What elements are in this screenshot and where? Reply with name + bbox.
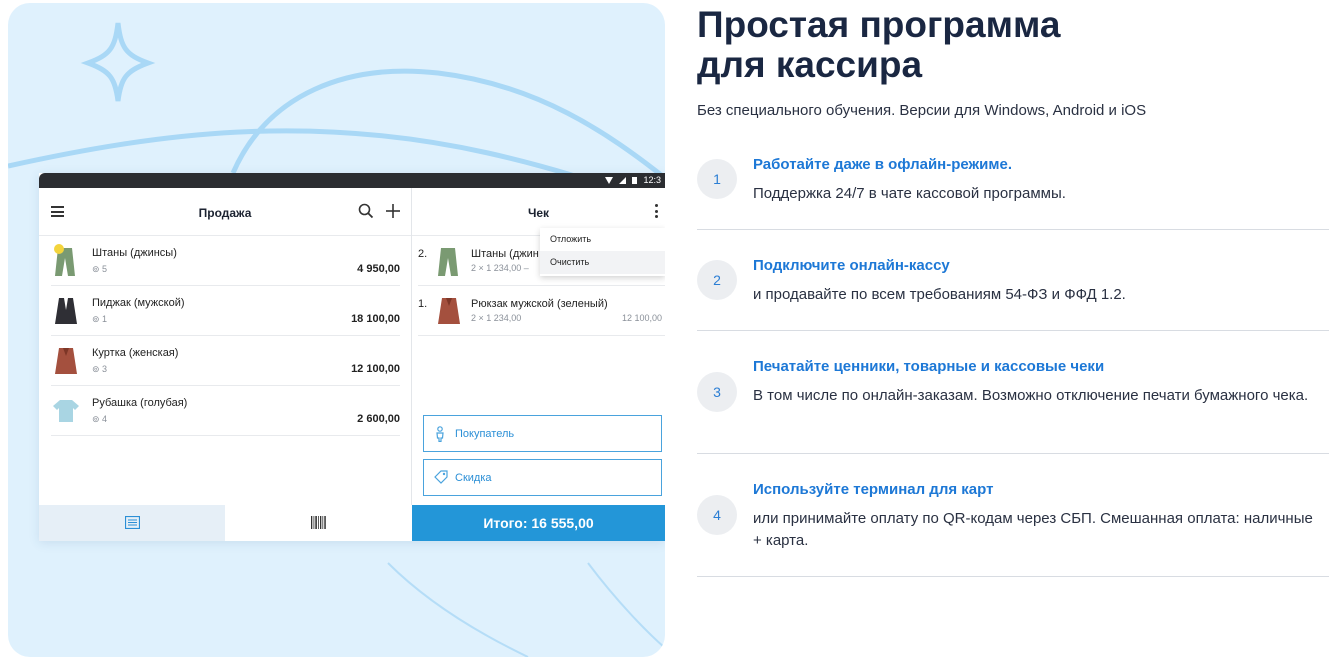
product-row[interactable]: Куртка (женская) ⊚ 3 12 100,00 (51, 336, 400, 386)
receipt-title: Чек (527, 206, 550, 220)
sale-title: Продажа (198, 206, 252, 220)
sale-topbar: Продажа (39, 188, 411, 236)
more-options-icon[interactable] (655, 204, 659, 221)
status-time: 12:3 (643, 175, 661, 185)
receipt-options-menu: Отложить Очистить (540, 228, 665, 276)
feature-title: Подключите онлайн-кассу (753, 257, 950, 274)
product-stock: ⊚ 5 (92, 264, 108, 274)
bottom-bar: Итого: 16 555,00 (39, 505, 665, 541)
menu-item-postpone[interactable]: Отложить (540, 228, 665, 251)
receipt-item-price: 12 100,00 (621, 313, 662, 323)
product-row[interactable]: Пиджак (мужской) ⊚ 1 18 100,00 (51, 286, 400, 336)
product-stock: ⊚ 4 (92, 414, 108, 424)
feature-title: Используйте терминал для карт (753, 481, 994, 498)
feature-description: и продавайте по всем требованиям 54-ФЗ и… (753, 286, 1126, 303)
person-icon (436, 426, 444, 442)
add-icon[interactable] (384, 202, 402, 220)
jacket-icon (55, 298, 77, 324)
cashier-app-screenshot: 12:3 Продажа Штаны (джинсы) ⊚ 5 4 950,00… (39, 173, 665, 541)
battery-icon (632, 177, 638, 184)
status-bar: 12:3 (39, 173, 665, 188)
receipt-item-qty: 2 × 1 234,00 (471, 313, 522, 323)
list-icon (125, 516, 140, 529)
pants-icon (438, 248, 458, 276)
feature-description: или принимайте оплату по QR-кодам через … (753, 510, 1313, 549)
feature-item: 1 Работайте даже в офлайн-режиме. Поддер… (697, 138, 1329, 230)
product-name: Штаны (джинсы) (92, 247, 177, 259)
feature-title: Работайте даже в офлайн-режиме. (753, 156, 1012, 173)
feature-title: Печатайте ценники, товарные и кассовые ч… (753, 358, 1105, 375)
tab-barcode[interactable] (225, 505, 412, 541)
product-price: 18 100,00 (351, 313, 400, 325)
feature-number: 4 (697, 495, 737, 535)
shirt-icon (53, 400, 79, 422)
tag-icon (434, 470, 448, 484)
feature-number: 2 (697, 260, 737, 300)
hero-panel: 12:3 Продажа Штаны (джинсы) ⊚ 5 4 950,00… (8, 3, 665, 657)
sparkle-icon (80, 22, 156, 102)
total-button[interactable]: Итого: 16 555,00 (412, 505, 665, 541)
barcode-icon (311, 516, 326, 529)
receipt-item-qty: 2 × 1 234,00 – (471, 263, 529, 273)
sale-panel: Продажа Штаны (джинсы) ⊚ 5 4 950,00 Пидж… (39, 188, 412, 505)
product-stock: ⊚ 1 (92, 314, 108, 324)
signal-icon (619, 176, 627, 184)
feature-item: 2 Подключите онлайн-кассу и продавайте п… (697, 230, 1329, 331)
menu-item-clear[interactable]: Очистить (540, 251, 665, 274)
receipt-row[interactable]: 1. Рюкзак мужской (зеленый) 2 × 1 234,00… (418, 286, 665, 336)
product-name: Куртка (женская) (92, 347, 179, 359)
page-title: Простая программа для кассира (697, 4, 1061, 85)
product-row[interactable]: Штаны (джинсы) ⊚ 5 4 950,00 (51, 236, 400, 286)
search-icon[interactable] (357, 202, 375, 220)
product-stock: ⊚ 3 (92, 364, 108, 374)
product-price: 12 100,00 (351, 363, 400, 375)
product-price: 2 600,00 (357, 413, 400, 425)
tab-catalog[interactable] (39, 505, 225, 541)
feature-description: Поддержка 24/7 в чате кассовой программы… (753, 185, 1066, 202)
discount-button[interactable]: Скидка (423, 459, 662, 496)
pants-icon (54, 244, 75, 276)
receipt-panel: Чек 2. Штаны (джин 2 × 1 234,00 – 1. Рюк… (412, 188, 665, 505)
product-price: 4 950,00 (357, 263, 400, 275)
feature-number: 1 (697, 159, 737, 199)
receipt-item-name: Рюкзак мужской (зеленый) (471, 298, 608, 310)
receipt-item-name: Штаны (джин (471, 248, 539, 260)
product-name: Рубашка (голубая) (92, 397, 188, 409)
page-subtitle: Без специального обучения. Версии для Wi… (697, 102, 1147, 119)
leather-jacket-icon (55, 348, 77, 374)
feature-number: 3 (697, 372, 737, 412)
product-name: Пиджак (мужской) (92, 297, 185, 309)
feature-item: 3 Печатайте ценники, товарные и кассовые… (697, 331, 1329, 454)
feature-item: 4 Используйте терминал для карт или прин… (697, 454, 1329, 577)
customer-button[interactable]: Покупатель (423, 415, 662, 452)
feature-description: В том числе по онлайн-заказам. Возможно … (753, 387, 1309, 404)
leather-jacket-icon (438, 298, 460, 324)
product-row[interactable]: Рубашка (голубая) ⊚ 4 2 600,00 (51, 386, 400, 436)
wifi-icon (605, 176, 614, 184)
